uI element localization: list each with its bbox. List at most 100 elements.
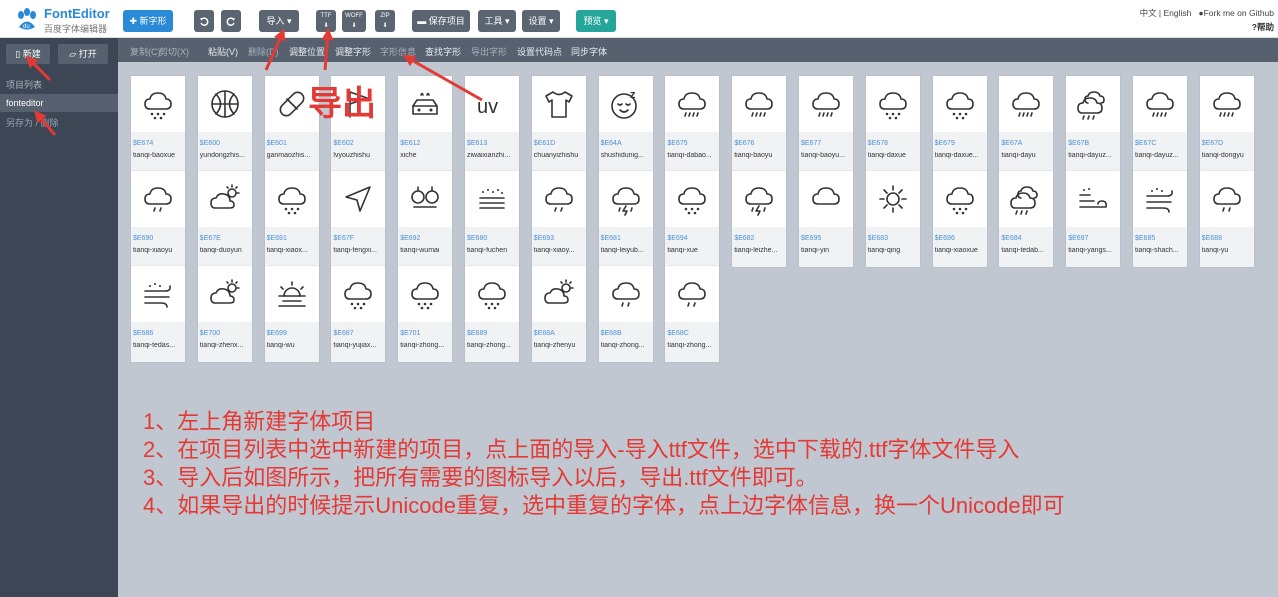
menu-item[interactable]: 设置代码点 — [517, 45, 562, 58]
glyph-name: tianqi-tedas... — [133, 342, 176, 349]
glyph-unicode: $E695 — [801, 235, 822, 242]
app-logo[interactable]: du FontEditor 百度字体编辑器 — [14, 5, 118, 35]
menu-item[interactable]: 同步字体 — [571, 45, 607, 58]
export-woff-button[interactable]: WOFF ⬇ — [342, 10, 366, 32]
new-glyph-button[interactable]: ✚ 新字形 — [123, 10, 173, 32]
glyph-item[interactable]: $E612 xiche — [398, 76, 453, 172]
glyph-meta: $E677 tianqi-baoyu... — [799, 132, 853, 172]
glyph-unicode: $E681 — [600, 235, 621, 242]
glyph-item[interactable]: $E688 tianqi-yu — [1199, 171, 1254, 267]
car-wash-icon — [412, 92, 438, 115]
glyph-item[interactable]: $E677 tianqi-baoyu... — [799, 76, 853, 172]
menu-item[interactable]: 查找字形 — [425, 45, 461, 58]
glyph-item[interactable]: $E61D chuanyizhishu — [531, 76, 586, 172]
glyph-item[interactable]: $E695 tianqi-yin — [799, 171, 853, 267]
language-switch[interactable]: 中文 | English — [1140, 8, 1192, 18]
wind-icon — [1079, 188, 1108, 208]
glyph-item[interactable]: $E679 tianqi-daxue... — [932, 76, 987, 172]
glyph-preview — [398, 76, 452, 132]
glyph-unicode: $E67E — [199, 235, 221, 242]
open-project-button[interactable]: ▱ 打开 — [58, 44, 108, 64]
menu-item[interactable]: 剪切(X) — [159, 45, 189, 58]
glyph-item[interactable]: $E686 tianqi-tedas... — [131, 266, 185, 362]
glyph-item[interactable]: $E67B tianqi-dayuz... — [1066, 76, 1121, 172]
redo-button[interactable] — [221, 10, 241, 32]
glyph-item[interactable]: $E684 tianqi-tedab... — [999, 171, 1054, 267]
new-project-button[interactable]: ▯ 新建 — [6, 44, 50, 64]
export-zip-button[interactable]: ZIP ⬇ — [375, 10, 395, 32]
glyph-item[interactable]: $E68C tianqi-zhong... — [665, 266, 720, 362]
glyph-item[interactable]: $E697 tianqi-yangs... — [1066, 171, 1121, 267]
cloud-rain-icon — [1212, 92, 1241, 117]
export-ttf-button[interactable]: TTF ⬇ — [316, 10, 336, 32]
github-link[interactable]: Fork me on Github — [1204, 8, 1274, 18]
glyph-item[interactable]: $E693 tianqi-xiaoy... — [531, 171, 586, 267]
project-item-fonteditor[interactable]: fonteditor — [0, 94, 118, 112]
glyph-meta: $E681 tianqi-leiyub... — [598, 227, 653, 267]
glyph-item[interactable]: $E691 tianqi-xiaox... — [264, 171, 319, 267]
glyph-item[interactable]: $E681 tianqi-leiyub... — [598, 171, 653, 267]
glyph-preview — [799, 171, 853, 227]
glyph-item[interactable]: $E676 tianqi-baoyu — [732, 76, 787, 172]
glyph-item[interactable]: $E701 tianqi-zhong... — [398, 266, 453, 362]
save-project-button[interactable]: ▬ 保存项目 — [412, 10, 470, 32]
glyph-item[interactable]: $E699 tianqi-wu — [264, 266, 319, 362]
glyph-item[interactable]: $E68B tianqi-zhong... — [598, 266, 653, 362]
glyph-item[interactable]: $E68A tianqi-zhenyu — [531, 266, 586, 362]
baidu-paw-icon: du — [18, 8, 36, 30]
glyph-unicode: $E689 — [467, 330, 488, 337]
glyph-item[interactable]: $E685 tianqi-shach... — [1133, 171, 1187, 267]
menu-item[interactable]: 粘贴(V) — [208, 45, 238, 58]
glyph-unicode: $E67D — [1201, 140, 1224, 147]
undo-button[interactable] — [194, 10, 214, 32]
glyph-item[interactable]: $E600 yundongzhis... — [197, 76, 252, 172]
menu-item[interactable]: 删除(D) — [248, 45, 279, 58]
glyph-unicode: $E67A — [1001, 140, 1023, 147]
project-item-actions[interactable]: 另存为 / 删除 — [6, 116, 59, 129]
glyph-item[interactable]: $E689 tianqi-zhong... — [465, 266, 519, 362]
glyph-unicode: $E601 — [266, 140, 287, 147]
glyph-item[interactable]: $E682 tianqi-leizhe... — [732, 171, 787, 267]
tools-dropdown[interactable]: 工具 ▾ — [478, 10, 516, 32]
glyph-name: tianqi-qing — [867, 247, 901, 254]
glyph-item[interactable]: $E694 tianqi-xue — [665, 171, 720, 267]
top-links: 中文 | English ●Fork me on Github — [1140, 7, 1274, 19]
glyph-item[interactable]: $E687 tianqi-yujiax... — [331, 266, 386, 362]
import-dropdown[interactable]: 导入 ▾ — [259, 10, 299, 32]
glyph-item[interactable]: $E692 tianqi-wumai — [398, 171, 453, 267]
glyph-meta: $E612 xiche — [398, 132, 453, 172]
menu-item[interactable]: 字形信息 — [380, 45, 416, 58]
glyph-item[interactable]: $E690 tianqi-xiaoyu — [131, 171, 185, 267]
glyph-item[interactable]: $E67C tianqi-dayuz... — [1133, 76, 1187, 172]
glyph-item[interactable]: $E67A tianqi-dayu — [999, 76, 1054, 172]
glyph-unicode: $E600 — [199, 140, 221, 147]
glyph-item[interactable]: $E674 tianqi-baoxue — [131, 76, 185, 172]
sun-icon — [878, 185, 907, 213]
open-project-label: 打开 — [78, 49, 97, 59]
menu-item[interactable]: 调整字形 — [335, 45, 371, 58]
help-link[interactable]: ?帮助 — [1252, 21, 1274, 33]
glyph-item[interactable]: uv $E613 ziwaixianzhi... — [465, 76, 519, 172]
glyph-item[interactable]: $E683 tianqi-qing — [865, 171, 920, 267]
glyph-preview — [131, 171, 185, 227]
settings-dropdown[interactable]: 设置 ▾ — [522, 10, 560, 32]
preview-dropdown[interactable]: 预览 ▾ — [576, 10, 616, 32]
glyph-item[interactable]: $E67E tianqi-duoyun — [197, 171, 252, 267]
menu-item[interactable]: 复制(C) — [130, 45, 161, 58]
glyph-meta: $E700 tianqi-zhenx... — [197, 322, 252, 362]
glyph-item[interactable]: $E675 tianqi-dabao... — [665, 76, 720, 172]
glyph-item[interactable]: $E67F tianqi-fengxi... — [331, 171, 386, 267]
glyph-item[interactable]: z $E64A shushidunig... — [598, 76, 653, 172]
glyph-item[interactable]: $E700 tianqi-zhenx... — [197, 266, 252, 362]
cloud-snow-icon — [678, 187, 707, 215]
glyph-name: tianqi-xiaox... — [266, 247, 308, 254]
glyph-item[interactable]: $E678 tianqi-daxue — [865, 76, 920, 172]
menu-item[interactable]: 导出字形 — [471, 45, 507, 58]
glyph-meta: $E64A shushidunig... — [598, 132, 653, 172]
glyph-preview — [1133, 76, 1187, 132]
glyph-item[interactable]: $E67D tianqi-dongyu — [1199, 76, 1254, 172]
menu-item[interactable]: 调整位置 — [289, 45, 325, 58]
glyph-item[interactable]: $E696 tianqi-xiaoxue — [932, 171, 987, 267]
glyph-meta: $E601 ganmaozhis... — [264, 132, 319, 172]
glyph-item[interactable]: $E680 tianqi-fuchen — [465, 171, 519, 267]
